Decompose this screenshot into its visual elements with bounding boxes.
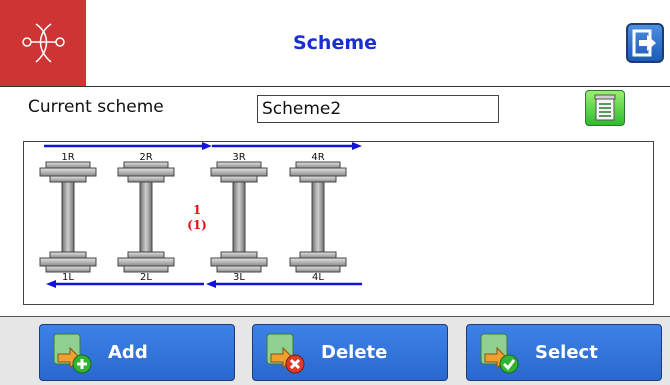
header-bar: Scheme (0, 0, 670, 87)
scheme-row: Current scheme (0, 87, 670, 131)
add-button-label: Add (108, 342, 148, 363)
add-button[interactable]: Add (39, 324, 235, 381)
wheelset-2-bottom-label: 2L (140, 272, 152, 283)
wheelset-1-bottom-label: 1L (62, 272, 74, 283)
right-direction-arrowhead (352, 142, 362, 150)
notepad-icon (594, 94, 616, 121)
wheelset-3-bottom-label: 3L (233, 272, 245, 283)
exit-button[interactable] (626, 23, 664, 63)
left-direction-arrowhead (46, 280, 56, 288)
chassis-logo-icon (0, 0, 86, 86)
delete-wheelset-icon (266, 333, 305, 373)
current-scheme-label: Current scheme (28, 97, 164, 117)
wheelset-2[interactable]: 2R 2L (117, 152, 175, 283)
wheelset-1-top-label: 1R (61, 152, 74, 163)
select-wheelset-icon (480, 333, 519, 373)
wheelset-4[interactable]: 4R 4L (289, 152, 347, 283)
delete-button-label: Delete (321, 342, 388, 363)
left-direction-arrowhead (206, 280, 216, 288)
delete-button[interactable]: Delete (252, 324, 448, 381)
wheelset-4-bottom-label: 4L (312, 272, 324, 283)
bogie-number: 1 (193, 203, 201, 217)
right-direction-arrowhead (202, 142, 212, 150)
wheelset-3-top-label: 3R (232, 152, 245, 163)
action-bar: Add Delete Select (0, 316, 670, 385)
wheelset-1[interactable]: 1R 1L (39, 152, 97, 283)
wheelset-2-top-label: 2R (139, 152, 152, 163)
page-title: Scheme (292, 32, 378, 54)
select-button-label: Select (535, 342, 598, 363)
select-button[interactable]: Select (466, 324, 662, 381)
wheelset-3[interactable]: 3R 3L (210, 152, 268, 283)
scheme-name-field[interactable] (257, 95, 499, 123)
bogie-count: (1) (187, 218, 207, 232)
notes-button[interactable] (585, 90, 625, 126)
add-wheelset-icon (53, 333, 92, 373)
exit-icon (632, 29, 656, 57)
wheelset-diagram[interactable]: 1R 1L 2R 2L 1 (1) 3R 3L 4R 4L (23, 141, 654, 305)
wheelset-4-top-label: 4R (311, 152, 324, 163)
